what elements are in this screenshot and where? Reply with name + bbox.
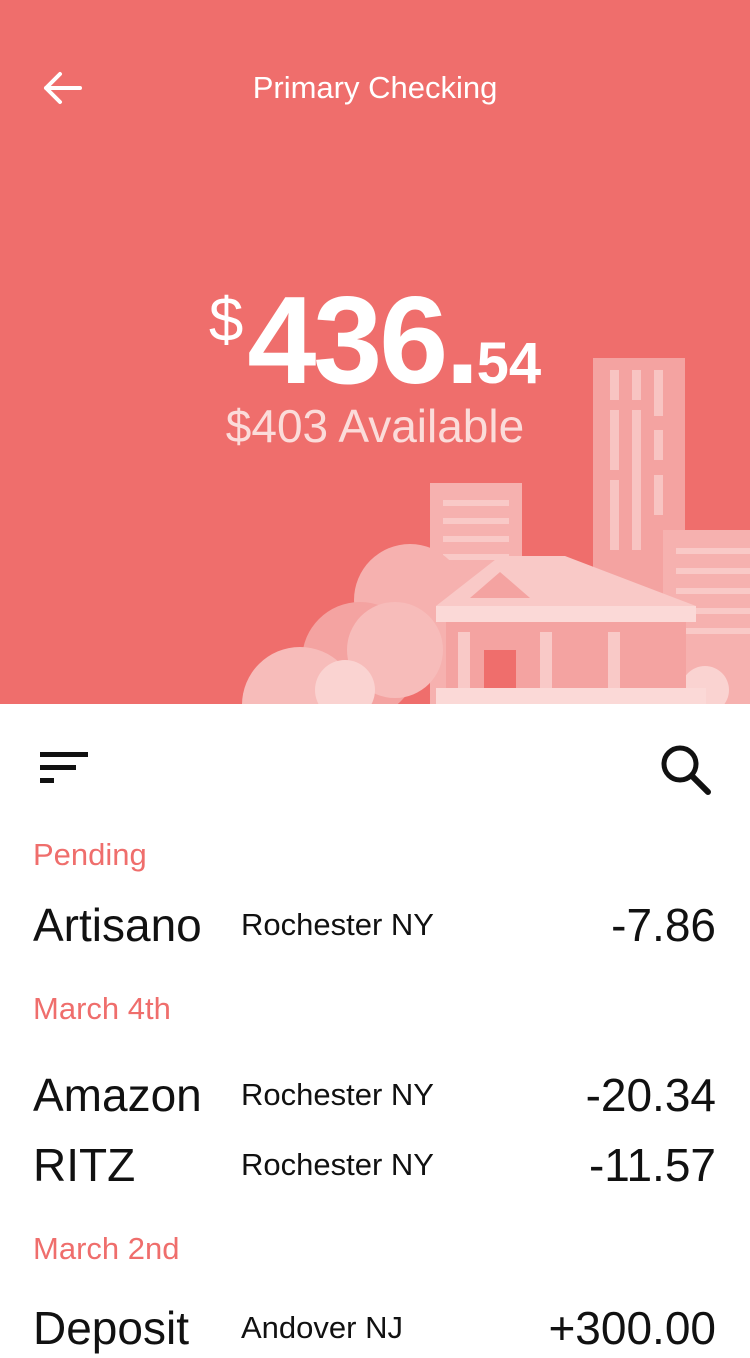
transaction-row[interactable]: RITZ Rochester NY -11.57 — [0, 1135, 750, 1195]
search-button[interactable] — [652, 736, 718, 802]
account-balance: $436.54 — [0, 270, 750, 412]
transaction-location: Rochester NY — [241, 1147, 434, 1182]
transaction-amount: +300.00 — [548, 1302, 716, 1354]
transaction-name: Artisano — [33, 899, 202, 951]
section-march-4th: March 4th — [33, 991, 171, 1026]
transaction-location: Rochester NY — [241, 907, 434, 942]
transaction-row[interactable]: Artisano Rochester NY -7.86 — [0, 895, 750, 955]
balance-cents: 54 — [476, 331, 542, 396]
transaction-name: RITZ — [33, 1139, 136, 1191]
search-icon — [661, 745, 711, 795]
transaction-name: Amazon — [33, 1069, 202, 1121]
available-balance: $403 Available — [225, 400, 525, 452]
sort-filter-button[interactable] — [28, 738, 98, 798]
transaction-row[interactable]: Deposit Andover NJ +300.00 — [0, 1298, 750, 1358]
transaction-name: Deposit — [33, 1302, 189, 1354]
transaction-amount: -11.57 — [588, 1139, 716, 1191]
section-pending: Pending — [33, 837, 147, 872]
balance-dollars: 436. — [247, 272, 479, 410]
transaction-amount: -7.86 — [611, 899, 716, 951]
account-header: Primary Checking $436.54 $403 Available — [0, 0, 750, 704]
transaction-location: Andover NJ — [241, 1310, 403, 1345]
transaction-row[interactable]: Amazon Rochester NY -20.34 — [0, 1065, 750, 1125]
transaction-location: Rochester NY — [241, 1077, 434, 1112]
sort-lines-icon — [40, 752, 88, 783]
transaction-amount: -20.34 — [585, 1069, 716, 1121]
section-march-2nd: March 2nd — [33, 1231, 180, 1266]
balance-currency: $ — [208, 286, 244, 355]
